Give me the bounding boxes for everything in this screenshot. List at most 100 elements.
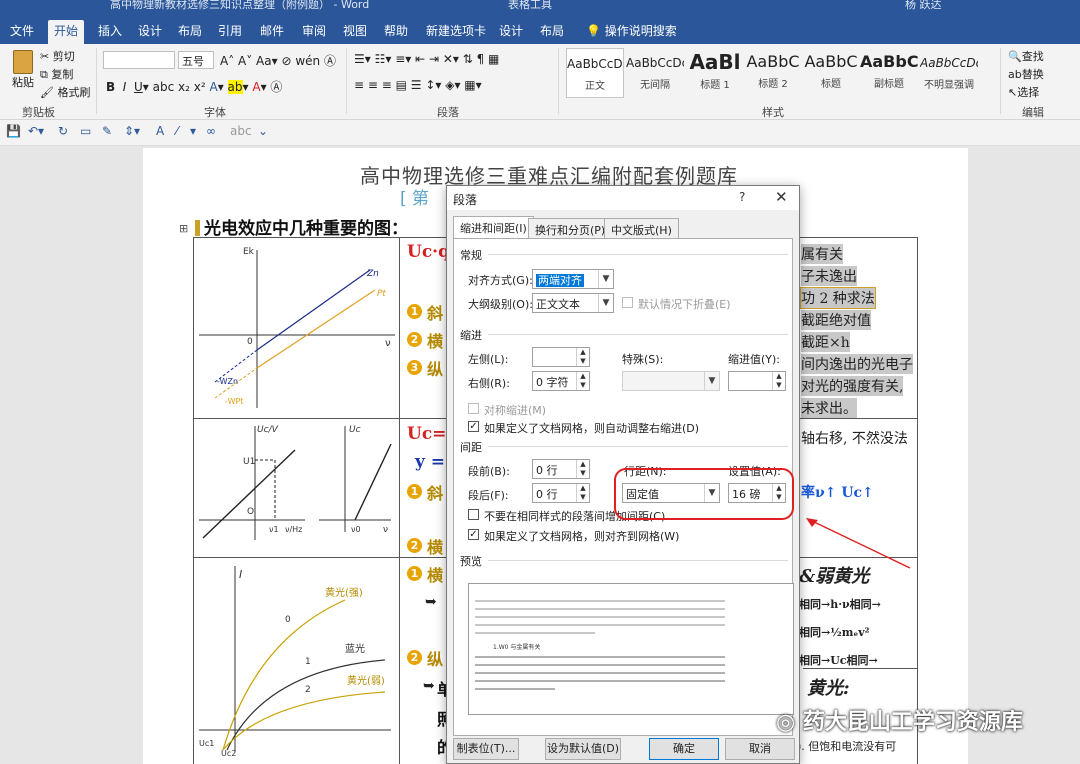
tab-design[interactable]: 设计 xyxy=(132,20,168,44)
spacing-after-input[interactable]: 0 行 ▲ ▼ xyxy=(532,483,590,503)
new-doc-icon[interactable]: ▭ xyxy=(80,124,91,138)
group-label-paragraph: 段落 xyxy=(437,106,459,119)
font-icon[interactable]: A xyxy=(156,124,164,138)
title-bar: 高中物理新教材选修三知识点整理（附例题） - Word 表格工具 杨 跃达 文件… xyxy=(0,0,1080,44)
tab-references[interactable]: 引用 xyxy=(212,20,248,44)
tab-mailings[interactable]: 邮件 xyxy=(254,20,290,44)
style-title[interactable]: AaBbC 标题 xyxy=(802,48,860,98)
lightbulb-icon: 💡 xyxy=(586,24,601,38)
ok-button[interactable]: 确定 xyxy=(649,738,719,760)
tab-line-page-breaks[interactable]: 换行和分页(P) xyxy=(528,218,613,238)
copy-button[interactable]: ⧉ 复制 xyxy=(40,66,73,82)
style-subtle-emphasis[interactable]: AaBbCcDc 不明显强调 xyxy=(920,48,978,98)
alignment-select[interactable]: 两端对齐 ▼ xyxy=(532,269,614,289)
set-default-button[interactable]: 设为默认值(D) xyxy=(545,738,621,760)
cancel-button[interactable]: 取消 xyxy=(725,738,795,760)
customize-qat-icon[interactable]: ⌄ xyxy=(258,124,268,138)
font-size-combo[interactable]: 五号 xyxy=(178,51,214,69)
auto-adjust-label: 如果定义了文档网格，则自动调整右缩进(D) xyxy=(484,422,700,435)
format-painter-button[interactable]: 🖌 格式刷 xyxy=(40,84,90,100)
tabs-button[interactable]: 制表位(T)... xyxy=(453,738,519,760)
user-name[interactable]: 杨 跃达 xyxy=(905,0,942,12)
no-space-checkbox[interactable] xyxy=(468,509,479,520)
tab-asian-typography[interactable]: 中文版式(H) xyxy=(604,218,679,238)
style-no-spacing[interactable]: AaBbCcDc 无间隔 xyxy=(626,48,684,98)
right-text-2: 子未逸出 xyxy=(801,266,857,286)
tab-layout[interactable]: 布局 xyxy=(172,20,208,44)
close-icon[interactable]: ✕ xyxy=(775,188,788,206)
snap-to-grid-checkbox[interactable]: ✓ xyxy=(468,529,479,540)
ruler-icon[interactable]: ⁄ xyxy=(176,124,178,138)
abc-icon[interactable]: abc xyxy=(230,124,252,138)
origin-label: 0 xyxy=(247,337,253,347)
line-spacing-icon[interactable]: ⇕▾ xyxy=(124,124,140,138)
spin-arrows-icon[interactable]: ▲ ▼ xyxy=(576,484,589,502)
tab-file[interactable]: 文件 xyxy=(4,20,40,44)
table-border xyxy=(399,237,400,764)
list-buttons[interactable]: ☰▾ ☷▾ ≡▾ ⇤ ⇥ ✕▾ ⇅ ¶ ▦ xyxy=(354,52,499,66)
section-heading: 光电效应中几种重要的图： xyxy=(195,214,408,239)
special-select[interactable]: ▼ xyxy=(622,371,720,391)
replace-button[interactable]: ab替换 xyxy=(1008,66,1044,82)
chevron-down-icon: ▼ xyxy=(598,270,613,288)
align-buttons[interactable]: ≡ ≡ ≡ ▤ ☰ ↕▾ ◈▾ ▦▾ xyxy=(354,78,482,92)
axis-label-vhz: ν/Hz xyxy=(285,525,302,534)
help-button[interactable]: ? xyxy=(739,190,745,204)
tab-review[interactable]: 审阅 xyxy=(296,20,332,44)
formula-y: y = xyxy=(415,452,446,472)
style-normal[interactable]: AaBbCcDc正文 xyxy=(566,48,624,98)
indent-by-input[interactable]: ▲ ▼ xyxy=(728,371,786,391)
right-indent-input[interactable]: 0 字符 ▲ ▼ xyxy=(532,371,590,391)
right-text-7: 对光的强度有关, xyxy=(801,376,904,396)
spin-arrows-icon[interactable]: ▲ ▼ xyxy=(772,372,785,390)
tell-me-search[interactable]: 💡 操作说明搜索 xyxy=(580,20,683,44)
spin-arrows-icon[interactable]: ▲ ▼ xyxy=(576,372,589,390)
item-horizontal-2: 横 xyxy=(427,538,444,557)
tab-help[interactable]: 帮助 xyxy=(378,20,414,44)
paste-button[interactable]: 粘贴 xyxy=(8,50,38,90)
outline-level-select[interactable]: 正文文本 ▼ xyxy=(532,293,614,313)
tab-table-layout[interactable]: 布局 xyxy=(534,20,570,44)
group-label-styles: 样式 xyxy=(762,106,784,119)
table-border xyxy=(193,237,194,764)
table-move-handle-icon[interactable]: ⊞ xyxy=(179,222,188,235)
spin-arrows-icon[interactable]: ▲ ▼ xyxy=(576,348,589,366)
font-format-buttons[interactable]: B I U▾ abc x₂ x² A▾ ab▾ A▾ Ⓐ xyxy=(106,78,282,95)
axis-label-i: I xyxy=(239,568,242,581)
spin-arrows-icon[interactable]: ▲ ▼ xyxy=(576,460,589,478)
left-indent-input[interactable]: ▲ ▼ xyxy=(532,347,590,367)
brush-icon[interactable]: ✎ xyxy=(102,124,112,138)
redo-icon[interactable]: ↻ xyxy=(58,124,68,138)
font-name-combo[interactable] xyxy=(103,51,175,69)
tab-home[interactable]: 开始 xyxy=(48,20,85,44)
style-subtitle[interactable]: AaBbC 副标题 xyxy=(860,48,918,98)
save-icon[interactable]: 💾 xyxy=(6,124,21,138)
tab-view[interactable]: 视图 xyxy=(337,20,373,44)
style-heading-1[interactable]: AaBl 标题 1 xyxy=(686,48,744,98)
style-heading-2[interactable]: AaBbC 标题 2 xyxy=(744,48,802,98)
font-grow-shrink[interactable]: A˄ A˅ Aa▾ ⊘ wén Ⓐ xyxy=(220,52,336,69)
select-button[interactable]: ↖选择 xyxy=(1008,84,1039,100)
tab-indents-spacing[interactable]: 缩进和间距(I) xyxy=(453,216,534,239)
scissors-icon: ✂ xyxy=(40,50,50,63)
arrow-icon: ➥ xyxy=(425,594,437,610)
row3-line-1: 相同→h·ν相同→ xyxy=(799,598,881,611)
link-icon[interactable]: ∞ xyxy=(206,124,216,138)
mirror-indents-checkbox[interactable] xyxy=(468,403,479,414)
collapse-checkbox[interactable] xyxy=(622,297,633,308)
bullet-1: 1 xyxy=(407,484,422,499)
axis-label-uc: Uc xyxy=(349,425,361,435)
dropdown-icon[interactable]: ▾ xyxy=(190,124,196,138)
tab-insert[interactable]: 插入 xyxy=(92,20,128,44)
find-button[interactable]: 🔍查找 xyxy=(1008,48,1044,64)
undo-icon[interactable]: ↶▾ xyxy=(28,124,44,138)
right-indent-label: 右侧(R): xyxy=(468,377,510,390)
tab-table-design[interactable]: 设计 xyxy=(493,20,529,44)
tab-new[interactable]: 新建选项卡 xyxy=(420,20,492,44)
marker-2: 2 xyxy=(305,685,311,695)
auto-adjust-checkbox[interactable]: ✓ xyxy=(468,421,479,432)
label-u1: U1 xyxy=(243,457,255,467)
right-text-4: 截距绝对值 xyxy=(801,310,871,330)
cut-button[interactable]: ✂ 剪切 xyxy=(40,48,75,64)
spacing-before-input[interactable]: 0 行 ▲ ▼ xyxy=(532,459,590,479)
